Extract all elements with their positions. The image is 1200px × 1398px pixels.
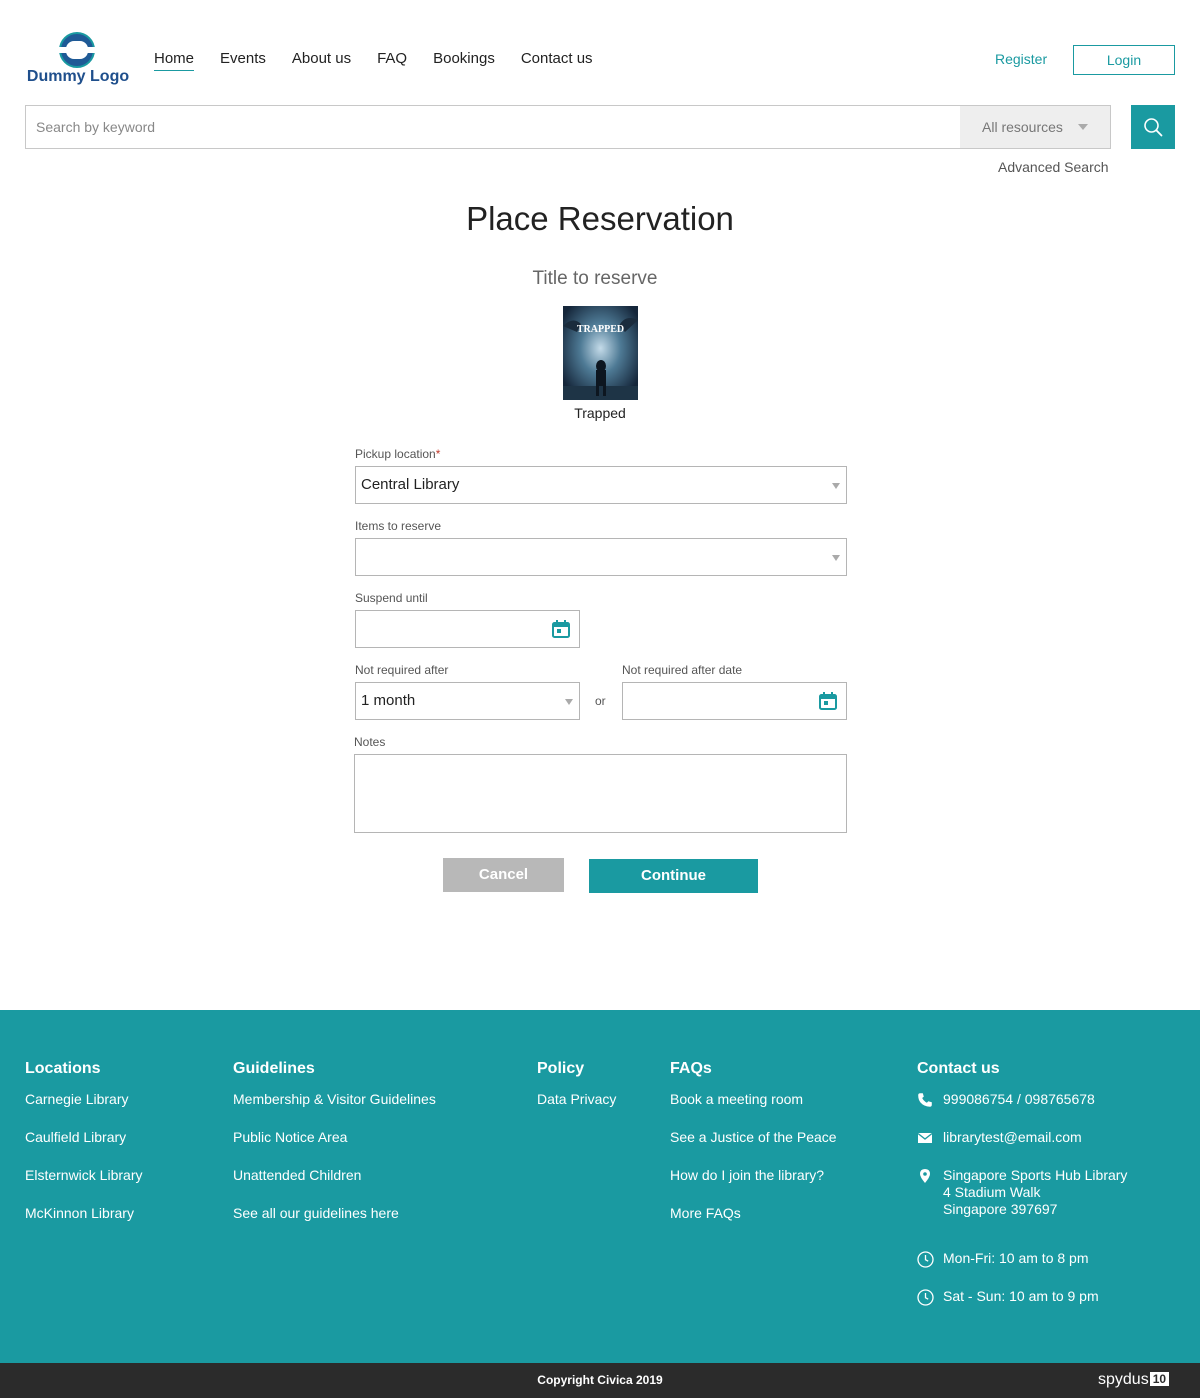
resource-filter-value: All resources	[982, 119, 1063, 135]
spydus-logo: spydus 10	[1098, 1371, 1170, 1389]
footer-bottom-bar: Copyright Civica 2019 spydus 10	[0, 1363, 1200, 1398]
footer-location-link[interactable]: McKinnon Library	[25, 1205, 142, 1222]
register-link[interactable]: Register	[995, 51, 1047, 67]
resource-filter-select[interactable]: All resources	[960, 106, 1110, 148]
suspend-until-date-field[interactable]	[355, 610, 580, 648]
contact-hours-weekend-text: Sat - Sun: 10 am to 9 pm	[943, 1288, 1099, 1304]
notes-label: Notes	[354, 735, 386, 749]
footer-faqs: FAQs Book a meeting room See a Justice o…	[670, 1060, 837, 1243]
chevron-down-icon	[1078, 124, 1088, 130]
location-pin-icon	[920, 1169, 930, 1183]
items-to-reserve-label: Items to reserve	[355, 519, 442, 533]
footer-guideline-link[interactable]: See all our guidelines here	[233, 1205, 436, 1222]
phone-icon	[918, 1093, 932, 1107]
contact-address-line: Singapore 397697	[943, 1201, 1058, 1217]
footer-guideline-link[interactable]: Public Notice Area	[233, 1129, 436, 1146]
footer-guideline-link[interactable]: Unattended Children	[233, 1167, 436, 1184]
footer-faq-link[interactable]: More FAQs	[670, 1205, 837, 1222]
footer-guidelines: Guidelines Membership & Visitor Guidelin…	[233, 1060, 436, 1243]
search-icon	[1144, 118, 1163, 137]
advanced-search-link[interactable]: Advanced Search	[998, 159, 1109, 175]
nav-faq[interactable]: FAQ	[377, 50, 407, 71]
or-separator: or	[595, 694, 606, 708]
footer-guideline-link[interactable]: Membership & Visitor Guidelines	[233, 1091, 436, 1108]
suspend-until-label: Suspend until	[355, 591, 428, 605]
pickup-location-select[interactable]: Central Library	[355, 466, 847, 504]
site-logo[interactable]: Dummy Logo	[26, 32, 130, 90]
site-header: Dummy Logo Home Events About us FAQ Book…	[0, 0, 1200, 100]
footer-location-link[interactable]: Caulfield Library	[25, 1129, 142, 1146]
contact-phone-text[interactable]: 999086754 / 098765678	[943, 1091, 1095, 1107]
book-cover-art: TRAPPED	[563, 306, 638, 400]
footer-policy-heading: Policy	[537, 1060, 585, 1077]
continue-button[interactable]: Continue	[589, 859, 758, 893]
contact-hours-weekend: Sat - Sun: 10 am to 9 pm	[917, 1288, 1187, 1306]
cancel-button[interactable]: Cancel	[443, 858, 564, 892]
spydus-version-badge: 10	[1149, 1372, 1170, 1386]
footer-locations-heading: Locations	[25, 1060, 101, 1077]
pickup-location-label-text: Pickup location	[355, 447, 436, 461]
section-subtitle: Title to reserve	[532, 268, 658, 289]
nav-bookings[interactable]: Bookings	[433, 50, 495, 71]
nav-events[interactable]: Events	[220, 50, 266, 71]
footer-contact-heading: Contact us	[917, 1060, 1000, 1077]
spydus-brand-text: spydus	[1098, 1371, 1149, 1388]
logo-mark-icon	[59, 32, 95, 68]
pickup-location-value: Central Library	[361, 476, 460, 493]
pickup-location-label: Pickup location*	[355, 447, 440, 461]
not-required-after-select[interactable]: 1 month	[355, 682, 580, 720]
not-required-after-date-field[interactable]	[622, 682, 847, 720]
book-cover-title: TRAPPED	[577, 324, 624, 335]
footer-location-link[interactable]: Elsternwick Library	[25, 1167, 142, 1184]
footer-faq-link[interactable]: Book a meeting room	[670, 1091, 837, 1108]
contact-hours-weekday-text: Mon-Fri: 10 am to 8 pm	[943, 1250, 1089, 1266]
not-required-after-label: Not required after	[355, 663, 449, 677]
book-cover-image[interactable]: TRAPPED	[563, 306, 638, 400]
copyright-text: Copyright Civica 2019	[537, 1373, 663, 1387]
clock-icon	[917, 1289, 934, 1306]
footer-faqs-heading: FAQs	[670, 1060, 712, 1077]
contact-email-text[interactable]: librarytest@email.com	[943, 1129, 1082, 1145]
footer-contact: Contact us 999086754 / 098765678 library…	[917, 1060, 1187, 1326]
login-button[interactable]: Login	[1073, 45, 1175, 75]
chevron-down-icon	[565, 699, 573, 705]
chevron-down-icon	[832, 483, 840, 489]
contact-address: Singapore Sports Hub Library 4 Stadium W…	[917, 1167, 1187, 1218]
contact-address-line: Singapore Sports Hub Library	[943, 1167, 1128, 1183]
mail-icon	[917, 1132, 933, 1143]
nav-home[interactable]: Home	[154, 50, 195, 71]
nav-about-us[interactable]: About us	[292, 50, 351, 71]
not-required-after-date-label: Not required after date	[622, 663, 743, 677]
contact-hours-weekday: Mon-Fri: 10 am to 8 pm	[917, 1250, 1187, 1268]
contact-email: librarytest@email.com	[917, 1129, 1187, 1146]
site-footer: Locations Carnegie Library Caulfield Lib…	[0, 1010, 1200, 1363]
footer-faq-link[interactable]: See a Justice of the Peace	[670, 1129, 837, 1146]
items-to-reserve-select[interactable]	[355, 538, 847, 576]
main-nav: Home Events About us FAQ Bookings Contac…	[154, 50, 619, 71]
notes-textarea[interactable]	[354, 754, 847, 833]
footer-locations: Locations Carnegie Library Caulfield Lib…	[25, 1060, 142, 1243]
calendar-icon[interactable]	[551, 619, 571, 639]
footer-faq-link[interactable]: How do I join the library?	[670, 1167, 837, 1184]
footer-policy: Policy Data Privacy	[537, 1060, 616, 1129]
calendar-icon[interactable]	[818, 691, 838, 711]
footer-policy-link[interactable]: Data Privacy	[537, 1091, 616, 1108]
nav-contact-us[interactable]: Contact us	[521, 50, 593, 71]
contact-address-line: 4 Stadium Walk	[943, 1184, 1041, 1200]
footer-location-link[interactable]: Carnegie Library	[25, 1091, 142, 1108]
required-marker: *	[435, 447, 441, 461]
footer-guidelines-heading: Guidelines	[233, 1060, 315, 1077]
search-input[interactable]	[26, 106, 960, 148]
search-button[interactable]	[1131, 105, 1175, 149]
chevron-down-icon	[832, 555, 840, 561]
book-title: Trapped	[574, 405, 626, 421]
clock-icon	[917, 1251, 934, 1268]
not-required-after-value: 1 month	[361, 692, 416, 709]
logo-text: Dummy Logo	[26, 68, 130, 85]
search-bar: All resources	[25, 105, 1111, 149]
contact-phone: 999086754 / 098765678	[917, 1091, 1187, 1108]
page-title: Place Reservation	[466, 200, 734, 237]
